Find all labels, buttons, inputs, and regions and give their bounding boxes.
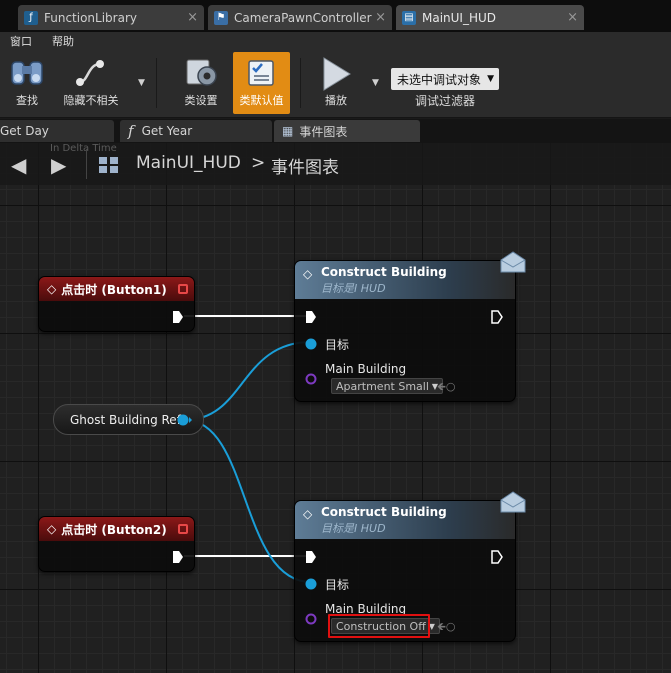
debug-filter-label: 调试过滤器 (414, 94, 475, 108)
event-node-button1[interactable]: ◇ 点击时 (Button1) (38, 276, 195, 332)
class-defaults-icon (247, 60, 274, 86)
function-diamond-icon: ◇ (303, 507, 313, 521)
node-title: Construct Building (321, 504, 447, 519)
exec-out-pin[interactable] (172, 550, 184, 564)
close-icon[interactable]: × (567, 10, 578, 25)
blueprint-icon: ⚑ (214, 10, 228, 25)
enum-pin[interactable] (305, 372, 319, 386)
tab-event-graph[interactable]: ▦ 事件图表 (274, 120, 420, 142)
find-button[interactable]: 查找 (2, 52, 52, 114)
construct-building-node-1[interactable]: ◇ Construct Building 目标是I HUD 目标 Main Bu… (294, 260, 516, 402)
hide-unrelated-button[interactable]: 隐藏不相关 (56, 52, 126, 114)
node-subtitle: 目标是I HUD (321, 521, 386, 535)
event-diamond-icon: ◇ (47, 522, 57, 536)
main-building-dropdown[interactable]: Apartment Small ▼ (331, 378, 444, 394)
tab-label: CameraPawnController (234, 10, 372, 25)
function-diamond-icon: ◇ (303, 267, 313, 281)
enum-pin[interactable] (305, 612, 319, 626)
event-graph-canvas[interactable]: In Delta Time ◀ ▶ MainUI_HUD > 事件图表 ◇ 点击… (0, 143, 671, 673)
main-building-label: Main Building (325, 362, 407, 376)
toolbar: 查找 隐藏不相关 ▼ 类设置 类默认值 播放 ▼ (0, 50, 671, 118)
tab-label: MainUI_HUD (422, 10, 497, 25)
tab-label: FunctionLibrary (44, 10, 137, 25)
menu-item-window[interactable]: 窗口 (10, 33, 32, 49)
close-icon[interactable]: × (375, 10, 386, 25)
toolbar-separator (300, 58, 301, 108)
gear-icon (186, 59, 217, 86)
node-title: Ghost Building Ref (70, 412, 181, 427)
node-title: 点击时 (Button2) (61, 522, 167, 537)
delegate-square-icon (178, 524, 188, 534)
exec-in-pin[interactable] (305, 550, 317, 564)
function-library-icon: ƒ (24, 10, 38, 25)
graph-tab-bar: Get Day f Get Year ▦ 事件图表 (0, 119, 671, 143)
event-node-button2[interactable]: ◇ 点击时 (Button2) (38, 516, 195, 572)
ghost-building-ref-node[interactable]: Ghost Building Ref (53, 404, 204, 435)
event-diamond-icon: ◇ (47, 282, 57, 296)
function-icon: f (128, 122, 134, 140)
close-icon[interactable]: × (187, 10, 198, 25)
class-settings-button[interactable]: 类设置 (176, 52, 226, 114)
data-wire-2 (184, 419, 312, 583)
debug-object-select[interactable]: 未选中调试对象 ▼ (391, 68, 499, 90)
reset-browse-icons[interactable]: 🡸○ (437, 618, 456, 637)
exec-out-pin[interactable] (172, 310, 184, 324)
chevron-down-icon: ▼ (487, 74, 494, 84)
tab-get-day[interactable]: Get Day (0, 120, 114, 142)
play-icon (323, 57, 351, 91)
document-tab-bar: ƒ FunctionLibrary × ⚑ CameraPawnControll… (0, 0, 671, 32)
target-label: 目标 (325, 578, 350, 592)
exec-out-pin[interactable] (491, 550, 503, 564)
chevron-down-icon[interactable]: ▼ (372, 78, 379, 88)
chevron-down-icon[interactable]: ▼ (138, 78, 145, 88)
event-graph-icon: ▦ (282, 124, 294, 138)
object-out-pin[interactable] (177, 413, 193, 427)
envelope-icon (500, 491, 526, 513)
menu-item-help[interactable]: 帮助 (52, 33, 74, 49)
menu-bar: 窗口 帮助 (0, 32, 671, 50)
exec-out-pin[interactable] (491, 310, 503, 324)
toolbar-separator (156, 58, 157, 108)
highlight-annotation-box (328, 614, 430, 638)
tab-function-library[interactable]: ƒ FunctionLibrary × (18, 5, 204, 30)
tab-get-year[interactable]: f Get Year (120, 120, 272, 142)
node-subtitle: 目标是I HUD (321, 281, 386, 295)
target-label: 目标 (325, 338, 350, 352)
node-title: Construct Building (321, 264, 447, 279)
envelope-icon (500, 251, 526, 273)
tab-main-ui-hud[interactable]: ▤ MainUI_HUD × (396, 5, 584, 30)
class-defaults-button[interactable]: 类默认值 (233, 52, 290, 114)
target-pin[interactable] (305, 577, 319, 591)
play-button[interactable]: 播放 (312, 52, 360, 114)
target-pin[interactable] (305, 337, 319, 351)
hide-unrelated-icon (76, 60, 104, 86)
tab-camera-pawn-controller[interactable]: ⚑ CameraPawnController × (208, 5, 392, 30)
data-wire-1 (184, 341, 312, 421)
exec-in-pin[interactable] (305, 310, 317, 324)
widget-blueprint-icon: ▤ (402, 10, 416, 25)
binoculars-icon (11, 61, 43, 85)
delegate-square-icon (178, 284, 188, 294)
reset-browse-icons[interactable]: 🡸○ (437, 378, 456, 397)
node-title: 点击时 (Button1) (61, 282, 167, 297)
